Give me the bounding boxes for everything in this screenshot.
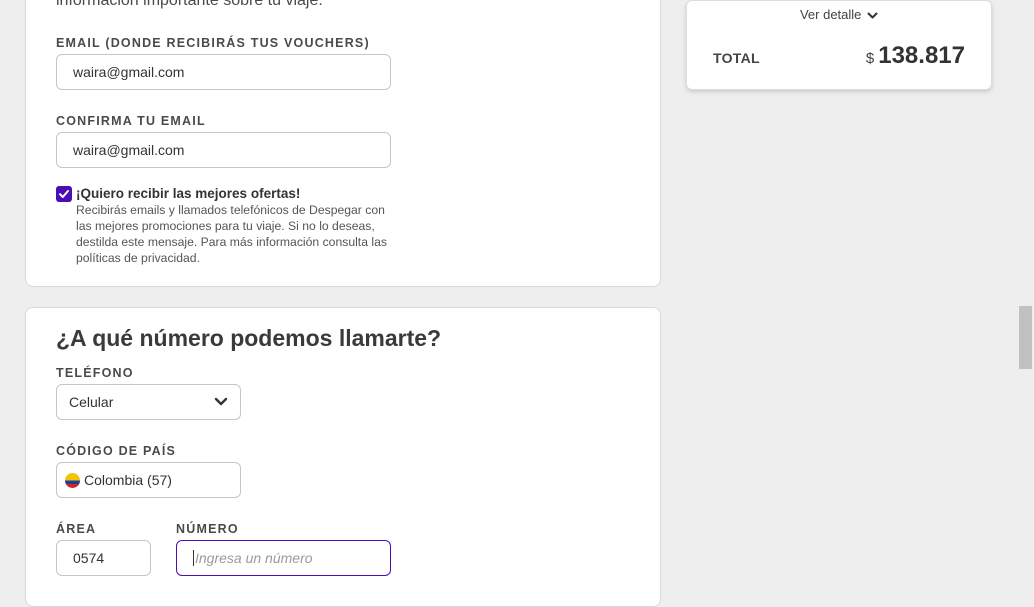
currency-symbol: $ <box>865 50 875 67</box>
total-value: 138.817 <box>878 42 965 69</box>
confirm-email-field[interactable]: waira@gmail.com <box>56 132 391 168</box>
email-field[interactable]: waira@gmail.com <box>56 54 391 90</box>
phone-section-title: ¿A qué número podemos llamarte? <box>56 325 442 351</box>
country-code-label: CÓDIGO DE PAÍS <box>56 444 177 458</box>
intro-text: información importante sobre tu viaje. <box>56 0 323 9</box>
phone-type-value: Celular <box>69 394 114 410</box>
email-label: EMAIL (DONDE RECIBIRÁS TUS VOUCHERS) <box>56 36 370 50</box>
ver-detalle-label: Ver detalle <box>799 7 862 22</box>
area-field[interactable]: 0574 <box>56 540 151 576</box>
confirm-email-value: waira@gmail.com <box>73 142 185 158</box>
price-summary-card: Ver detalle TOTAL $138.817 <box>686 0 992 90</box>
country-code-field[interactable]: Colombia (57) <box>56 462 241 498</box>
email-value: waira@gmail.com <box>73 64 185 80</box>
offers-checkbox[interactable] <box>56 186 72 202</box>
total-label: TOTAL <box>713 50 760 66</box>
scrollbar-thumb[interactable] <box>1019 306 1032 369</box>
confirm-email-label: CONFIRMA TU EMAIL <box>56 114 206 128</box>
area-label: ÁREA <box>56 522 97 536</box>
area-value: 0574 <box>73 550 105 566</box>
offers-title: ¡Quiero recibir las mejores ofertas! <box>76 186 301 201</box>
checkmark-icon <box>59 190 69 198</box>
country-code-value: Colombia (57) <box>84 472 172 488</box>
text-caret <box>193 550 194 566</box>
ver-detalle-link[interactable]: Ver detalle <box>687 7 991 22</box>
total-amount: $138.817 <box>866 42 965 70</box>
number-placeholder: Ingresa un número <box>195 550 313 566</box>
colombia-flag-icon <box>65 472 80 488</box>
offers-description: Recibirás emails y llamados telefónicos … <box>76 203 387 265</box>
phone-type-label: TELÉFONO <box>56 366 134 380</box>
number-field[interactable]: Ingresa un número <box>176 540 391 576</box>
phone-type-select[interactable]: Celular <box>56 384 241 420</box>
number-label: NÚMERO <box>176 522 239 536</box>
chevron-down-icon <box>867 12 878 19</box>
chevron-down-icon <box>214 397 228 406</box>
